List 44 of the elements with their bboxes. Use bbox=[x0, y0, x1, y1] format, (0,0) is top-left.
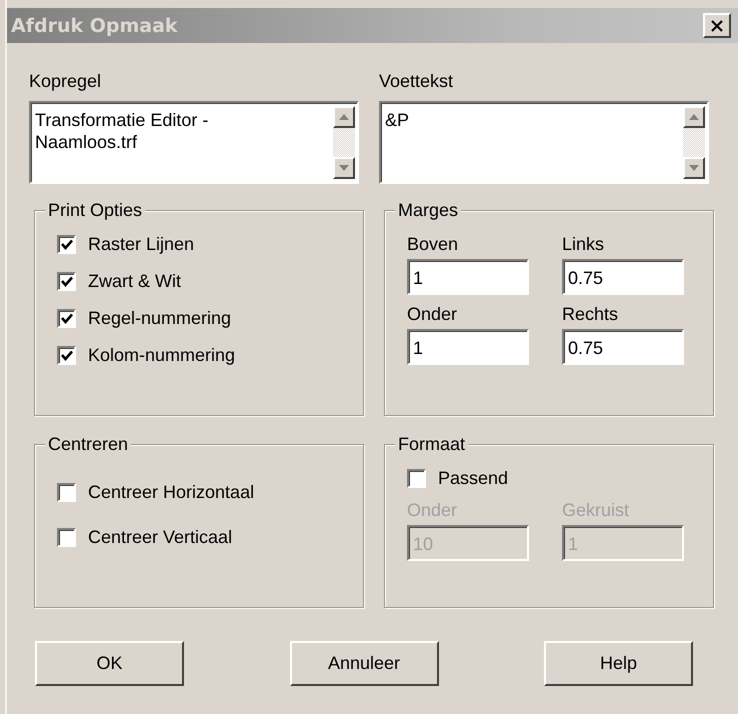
checkbox-label: Centreer Horizontaal bbox=[88, 482, 254, 502]
scroll-up-icon bbox=[689, 114, 699, 120]
close-icon bbox=[710, 20, 724, 32]
field-label: Links bbox=[562, 233, 606, 255]
checkbox[interactable] bbox=[57, 482, 76, 502]
field-label: Gekruist bbox=[562, 499, 630, 521]
field-label: Boven bbox=[407, 233, 460, 255]
close-button[interactable] bbox=[703, 13, 731, 38]
check-icon bbox=[60, 238, 72, 250]
scroll-down-icon bbox=[339, 165, 349, 171]
dialog-button[interactable]: Annuleer bbox=[290, 641, 438, 686]
field-label: Onder bbox=[407, 303, 458, 325]
scrollbar[interactable] bbox=[683, 103, 707, 182]
input-field[interactable]: 0.75 bbox=[562, 259, 684, 295]
check-icon bbox=[60, 350, 72, 360]
checkbox[interactable] bbox=[407, 468, 426, 488]
checkbox[interactable] bbox=[57, 272, 76, 290]
scroll-up-icon bbox=[339, 114, 349, 120]
checkbox[interactable] bbox=[57, 308, 76, 328]
field-label: Voettekst bbox=[379, 71, 454, 93]
dialog-button[interactable]: OK bbox=[35, 641, 184, 686]
checkbox-label: Zwart & Wit bbox=[88, 270, 181, 292]
check-icon bbox=[60, 276, 72, 286]
input-field[interactable]: 1 bbox=[407, 329, 529, 365]
checkbox-label: Passend bbox=[438, 468, 508, 488]
checkbox[interactable] bbox=[57, 346, 76, 364]
checkbox-label: Regel-nummering bbox=[88, 308, 232, 328]
dialog-button[interactable]: Help bbox=[544, 641, 693, 686]
checkbox-label: Kolom-nummering bbox=[88, 344, 236, 366]
scroll-down-icon bbox=[689, 165, 699, 171]
field-label: Kopregel bbox=[29, 71, 102, 93]
text-area[interactable]: Transformatie Editor - Naamloos.trf bbox=[29, 101, 359, 184]
window-title: Afdruk Opmaak bbox=[11, 14, 178, 36]
checkbox-label: Centreer Verticaal bbox=[88, 526, 232, 548]
input-field[interactable]: 1 bbox=[407, 259, 529, 295]
scrollbar[interactable] bbox=[333, 103, 357, 182]
check-icon bbox=[60, 312, 72, 324]
checkbox-label: Raster Lijnen bbox=[88, 234, 194, 254]
checkbox[interactable] bbox=[57, 234, 76, 254]
text-area[interactable]: &P bbox=[379, 101, 709, 184]
field-label: Onder bbox=[407, 499, 458, 521]
field-label: Rechts bbox=[562, 303, 620, 325]
checkbox[interactable] bbox=[57, 528, 76, 546]
input-field[interactable]: 0.75 bbox=[562, 329, 684, 365]
